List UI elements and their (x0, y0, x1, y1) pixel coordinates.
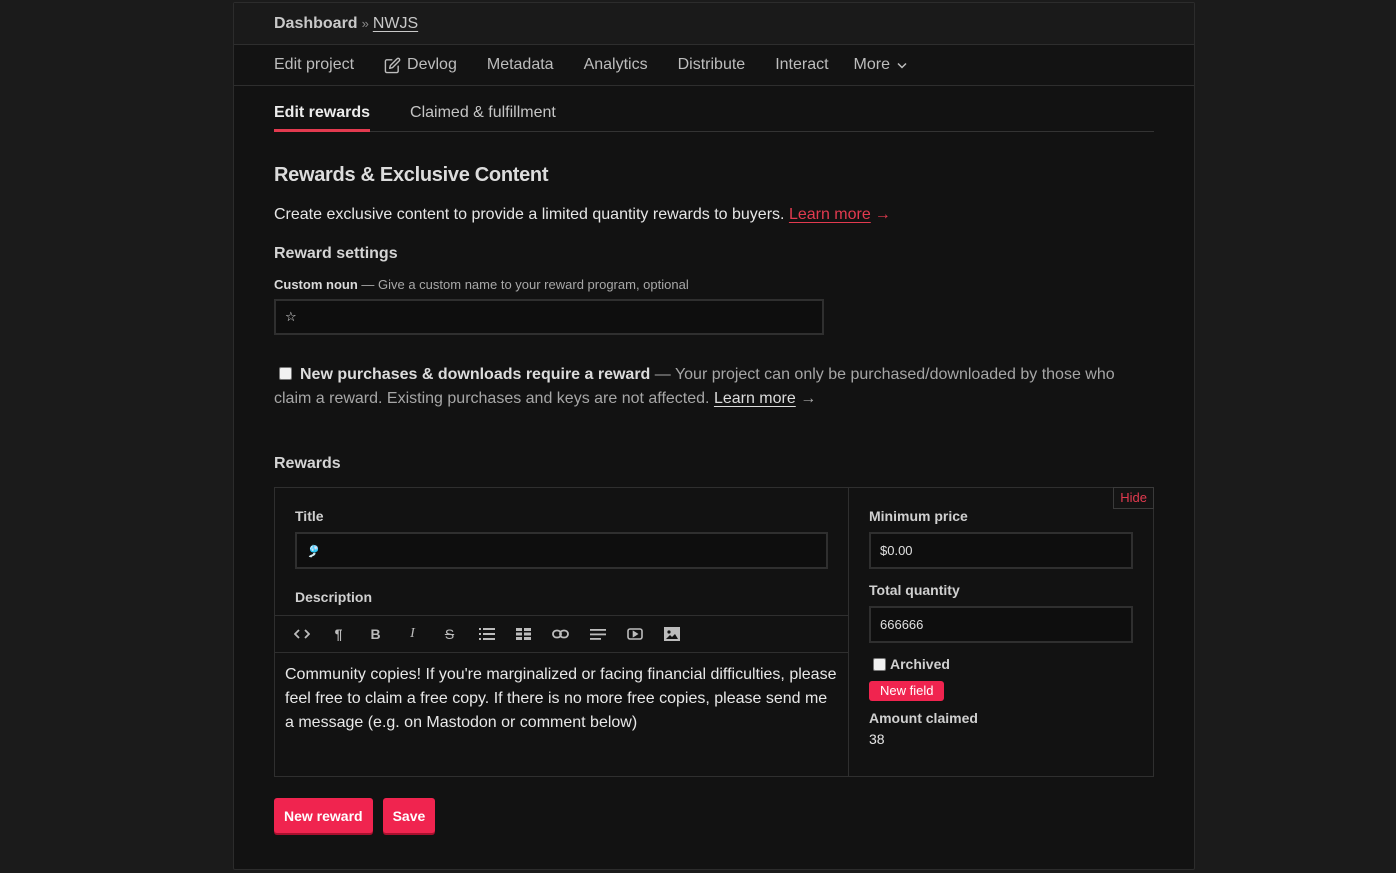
minimum-price-value: $0.00 (880, 543, 913, 558)
total-quantity-label: Total quantity (869, 582, 960, 598)
link-icon[interactable] (542, 619, 579, 649)
new-field-button[interactable]: New field (869, 681, 945, 701)
nav-more-dropdown[interactable]: More (854, 56, 908, 74)
nav-metadata[interactable]: Metadata (487, 56, 554, 74)
amount-claimed-value: 38 (869, 731, 885, 747)
nav-label: Devlog (407, 56, 457, 73)
page-title: Rewards & Exclusive Content (274, 164, 549, 186)
chevron-down-icon (896, 59, 908, 71)
require-reward-label: New purchases & downloads require a rewa… (300, 366, 651, 383)
reward-title-input[interactable]: 🎐 (295, 532, 828, 569)
nav-label: Metadata (486, 56, 554, 73)
nav-label: More (853, 56, 890, 73)
save-button[interactable]: Save (382, 798, 436, 833)
total-quantity-value: 666666 (880, 617, 924, 632)
table-icon[interactable] (505, 619, 542, 649)
video-icon[interactable] (616, 619, 653, 649)
nav-interact[interactable]: Interact (775, 56, 828, 74)
breadcrumb-project-link[interactable]: NWJS (373, 15, 418, 33)
title-label: Title (295, 508, 324, 524)
hide-button[interactable]: Hide (1113, 487, 1154, 509)
description-label: Description (295, 589, 373, 605)
new-reward-button[interactable]: New reward (274, 798, 373, 833)
custom-noun-label: Custom noun — Give a custom name to your… (274, 277, 1154, 292)
action-buttons: New reward Save (274, 798, 1154, 833)
breadcrumb-dashboard-link[interactable]: Dashboard (274, 15, 358, 33)
image-icon[interactable] (653, 619, 690, 649)
require-reward-checkbox[interactable] (279, 367, 292, 380)
reward-settings-heading: Reward settings (274, 245, 398, 262)
nav-analytics[interactable]: Analytics (584, 56, 648, 74)
reward-card: Title 🎐 Description ¶ B I S Community co… (274, 487, 1154, 777)
require-reward-learn-more-link[interactable]: Learn more (714, 390, 796, 407)
custom-noun-value: ☆ (285, 309, 297, 324)
nav-label: Distribute (677, 56, 746, 73)
require-reward-row: New purchases & downloads require a rewa… (274, 363, 1154, 411)
intro-description: Create exclusive content to provide a li… (274, 206, 785, 223)
minimum-price-label: Minimum price (869, 508, 968, 524)
nav-label: Analytics (583, 56, 648, 73)
nav-label: Edit project (274, 56, 355, 73)
intro-text: Create exclusive content to provide a li… (274, 206, 1154, 224)
code-view-icon[interactable] (283, 619, 320, 649)
tab-edit-rewards[interactable]: Edit rewards (274, 104, 371, 132)
bold-icon[interactable]: B (357, 619, 394, 649)
amount-claimed-label: Amount claimed (869, 710, 978, 726)
rewards-heading: Rewards (274, 455, 341, 472)
breadcrumb: Dashboard » NWJS (234, 3, 1194, 45)
archived-label: Archived (890, 656, 950, 672)
nav-edit-project[interactable]: Edit project (274, 56, 354, 74)
nav-label: Interact (775, 56, 829, 73)
align-icon[interactable] (579, 619, 616, 649)
custom-noun-input[interactable]: ☆ (274, 299, 824, 335)
rewards-tabs: Edit rewards Claimed & fulfillment (274, 104, 1154, 132)
breadcrumb-separator: » (361, 16, 369, 31)
project-nav: Edit project Devlog Metadata Analytics D… (234, 45, 1194, 86)
archived-row: Archived (869, 656, 1133, 672)
custom-noun-hint: — Give a custom name to your reward prog… (361, 277, 689, 292)
reward-main-fields: Title 🎐 Description ¶ B I S Community co… (275, 488, 849, 776)
description-editor[interactable]: Community copies! If you're marginalized… (275, 653, 848, 745)
arrow-right-icon: → (874, 206, 891, 223)
reward-side-fields: Hide Minimum price $0.00 Total quantity … (849, 487, 1154, 776)
reward-title-value: 🎐 (306, 543, 321, 558)
arrow-right-icon: → (800, 390, 817, 407)
total-quantity-input[interactable]: 666666 (869, 606, 1133, 643)
archived-checkbox[interactable] (873, 657, 886, 671)
tab-claimed-fulfillment[interactable]: Claimed & fulfillment (410, 104, 556, 131)
custom-noun-label-title: Custom noun (274, 277, 358, 292)
learn-more-link[interactable]: Learn more (789, 206, 871, 223)
minimum-price-input[interactable]: $0.00 (869, 532, 1133, 569)
paragraph-icon[interactable]: ¶ (320, 619, 357, 649)
bulleted-list-icon[interactable] (468, 619, 505, 649)
strikethrough-icon[interactable]: S (431, 619, 468, 649)
nav-devlog[interactable]: Devlog (384, 56, 457, 74)
editor-toolbar: ¶ B I S (275, 615, 848, 653)
page-container: Dashboard » NWJS Edit project Devlog Met… (233, 2, 1195, 870)
nav-distribute[interactable]: Distribute (678, 56, 746, 74)
italic-icon[interactable]: I (394, 619, 431, 649)
edit-square-icon (384, 57, 401, 74)
